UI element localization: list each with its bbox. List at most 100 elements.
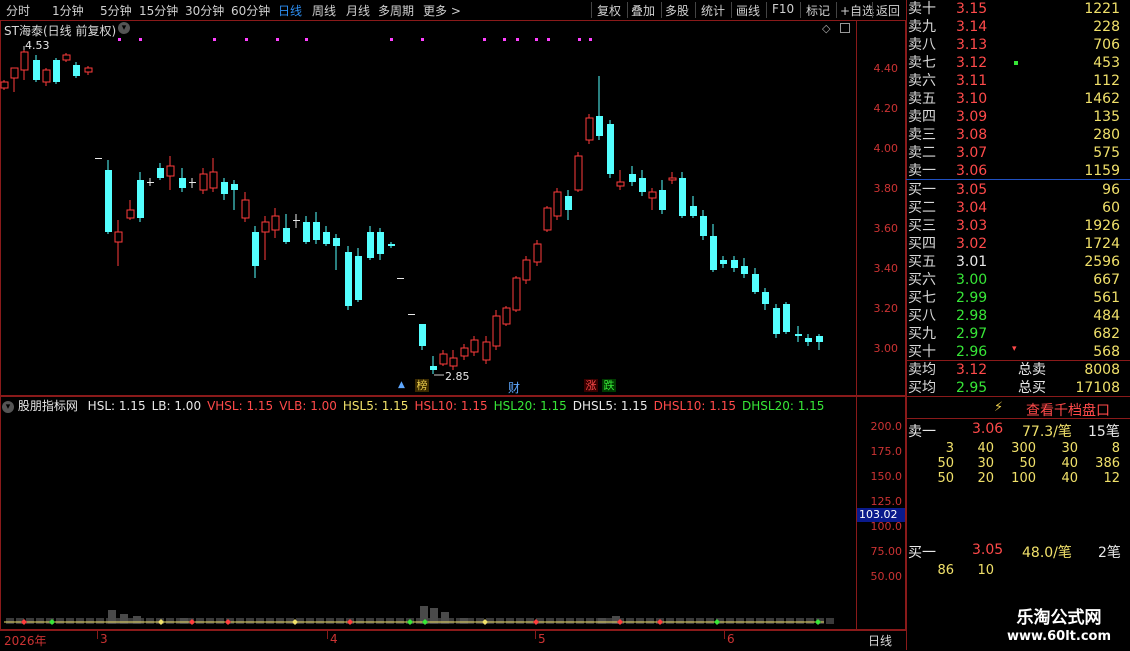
period-indicator[interactable]: 日线 xyxy=(868,632,892,649)
ask-row[interactable]: 卖十 3.15 1221 xyxy=(906,0,1130,18)
candle-body xyxy=(53,60,60,82)
candle-body xyxy=(221,182,228,194)
candle-body xyxy=(449,357,458,367)
candle-body xyxy=(700,216,707,236)
signal-dot xyxy=(245,38,248,41)
volume-bar xyxy=(26,618,34,624)
sell-queue-order: 40 xyxy=(1061,456,1078,471)
ask-label: 卖三 xyxy=(908,127,936,143)
candle-body xyxy=(741,266,748,274)
volume-bar xyxy=(646,618,654,624)
summary-row: 买均 2.95 总买 17108 xyxy=(908,380,1120,396)
stats-button[interactable]: 统计 xyxy=(701,2,725,19)
ask-row[interactable]: 卖七 3.12 453 xyxy=(906,54,1130,72)
ask-row[interactable]: 卖四 3.09 135 xyxy=(906,108,1130,126)
ask-row[interactable]: 卖五 3.10 1462 xyxy=(906,90,1130,108)
ask-row[interactable]: 卖九 3.14 228 xyxy=(906,18,1130,36)
candle-body xyxy=(439,353,448,365)
ask-row[interactable]: 卖三 3.08 280 xyxy=(906,126,1130,144)
ask-volume: 1159 xyxy=(1084,163,1120,179)
lightning-icon: ⚡ xyxy=(994,400,1004,415)
tab-1min[interactable]: 1分钟 xyxy=(52,2,84,19)
ask-label: 卖二 xyxy=(908,145,936,161)
bid-row[interactable]: 买八 2.98 484 xyxy=(906,307,1130,325)
bid-row[interactable]: 买三 3.03 1926 xyxy=(906,217,1130,235)
indicator-tick-label: 200.0 xyxy=(870,420,903,433)
volume-bar xyxy=(146,618,154,624)
tab-weekly[interactable]: 周线 xyxy=(312,2,336,19)
bid-row[interactable]: 买五 3.01 2596 xyxy=(906,253,1130,271)
sell-queue-order: 50 xyxy=(937,471,954,486)
volume-bar xyxy=(276,618,284,624)
ask-volume: 112 xyxy=(1093,73,1120,89)
bid-label: 买二 xyxy=(908,200,936,216)
down-marker-icon: ▾ xyxy=(1012,344,1017,354)
ask-row[interactable]: 卖六 3.11 112 xyxy=(906,72,1130,90)
volume-bar xyxy=(506,618,514,624)
volume-bar xyxy=(486,618,494,624)
bid-row[interactable]: 买七 2.99 561 xyxy=(906,289,1130,307)
tab-15min[interactable]: 15分钟 xyxy=(139,2,178,19)
multi-stock-button[interactable]: 多股 xyxy=(665,2,689,19)
y-tick-label: 3.60 xyxy=(873,222,899,235)
y-tick-label: 4.40 xyxy=(873,62,899,75)
volume-bar xyxy=(586,618,594,624)
x-label-april: 4 xyxy=(330,632,338,646)
fuquan-button[interactable]: 复权 xyxy=(597,2,621,19)
volume-bar xyxy=(196,618,204,624)
candle-body xyxy=(105,170,112,232)
tab-monthly[interactable]: 月线 xyxy=(346,2,370,19)
candle-body xyxy=(408,314,415,315)
draw-line-button[interactable]: 画线 xyxy=(736,2,760,19)
tab-multi-period[interactable]: 多周期 xyxy=(378,2,414,19)
ask-price: 3.06 xyxy=(956,163,988,179)
candle-body xyxy=(397,278,404,279)
bid-row[interactable]: 买十 2.96 568 xyxy=(906,343,1130,361)
change-dot xyxy=(1014,61,1018,65)
volume-bar xyxy=(36,618,44,624)
ask-row[interactable]: 卖二 3.07 575 xyxy=(906,144,1130,162)
candle-body xyxy=(126,209,135,219)
max-price-marker: 4.53 xyxy=(25,39,50,52)
back-button[interactable]: 返回 xyxy=(876,2,900,19)
event-cai[interactable]: 财 xyxy=(508,379,520,396)
sell-queue-order: 40 xyxy=(977,441,994,456)
tab-more[interactable]: 更多 > xyxy=(423,2,461,19)
tab-fenshi[interactable]: 分时 xyxy=(6,2,30,19)
signal-dot xyxy=(547,38,550,41)
candle-body xyxy=(805,338,812,342)
view-level-button[interactable]: 查看千档盘口 xyxy=(1026,400,1110,420)
indicator-tick-label: 50.00 xyxy=(870,570,903,583)
volume-bar xyxy=(576,618,584,624)
ask-label: 卖四 xyxy=(908,109,936,125)
event-die[interactable]: 跌 xyxy=(602,379,616,392)
candle-body xyxy=(522,259,531,281)
event-bang[interactable]: 榜 xyxy=(415,379,429,392)
volume-bar xyxy=(266,618,274,624)
tab-5min[interactable]: 5分钟 xyxy=(100,2,132,19)
f10-button[interactable]: F10 xyxy=(772,2,794,16)
candle-body xyxy=(565,196,572,210)
bid-volume: 568 xyxy=(1093,344,1120,360)
bid-price: 3.03 xyxy=(956,218,988,234)
ask-label: 卖十 xyxy=(908,1,936,17)
mark-button[interactable]: 标记 xyxy=(806,2,830,19)
volume-bar xyxy=(706,618,714,624)
tab-daily[interactable]: 日线 xyxy=(278,2,302,19)
overlay-button[interactable]: 叠加 xyxy=(631,2,655,19)
event-zhang[interactable]: 涨 xyxy=(584,379,598,392)
x-axis: 2026年 3 4 5 6 日线 xyxy=(0,630,906,651)
ask-row[interactable]: 卖一 3.06 1159 xyxy=(906,162,1130,180)
bid-row[interactable]: 买九 2.97 682 xyxy=(906,325,1130,343)
tab-30min[interactable]: 30分钟 xyxy=(185,2,224,19)
bid-row[interactable]: 买二 3.04 60 xyxy=(906,199,1130,217)
y-tick-label: 3.20 xyxy=(873,302,899,315)
bid-row[interactable]: 买一 3.05 96 xyxy=(906,181,1130,199)
volume-bar xyxy=(206,618,214,624)
bid-row[interactable]: 买四 3.02 1724 xyxy=(906,235,1130,253)
bid-row[interactable]: 买六 3.00 667 xyxy=(906,271,1130,289)
add-watchlist-button[interactable]: +自选 xyxy=(840,2,874,19)
ask-row[interactable]: 卖八 3.13 706 xyxy=(906,36,1130,54)
candlestick-plot xyxy=(0,38,823,376)
tab-60min[interactable]: 60分钟 xyxy=(231,2,270,19)
